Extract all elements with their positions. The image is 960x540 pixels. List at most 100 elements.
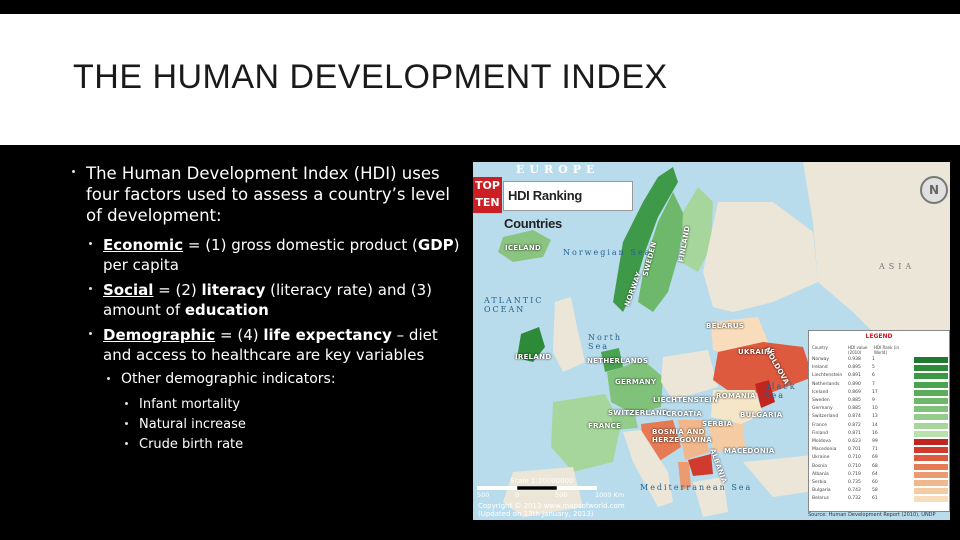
legend-row: Netherlands 0.890 7 xyxy=(812,381,948,388)
legend-country: Serbia xyxy=(812,480,827,485)
ocean-label: ATLANTIC OCEAN xyxy=(484,296,544,314)
legend-value: 0.743 xyxy=(848,488,861,494)
legend-swatch xyxy=(914,373,948,380)
legend-value: 0.735 xyxy=(848,480,861,485)
legend-row: Iceland 0.869 17 xyxy=(812,389,948,396)
bullet-dot xyxy=(89,332,92,335)
legend-value: 0.710 xyxy=(848,455,861,461)
legend-rank: 13 xyxy=(872,414,878,420)
text: Natural increase xyxy=(139,417,246,432)
country-label: CROATIA xyxy=(666,410,703,418)
legend-swatch xyxy=(914,480,948,486)
legend-swatch xyxy=(914,357,948,363)
legend-swatch xyxy=(914,381,948,388)
legend-rank: 99 xyxy=(872,439,878,444)
legend-rank: 68 xyxy=(872,463,878,469)
legend-country: Norway xyxy=(812,357,830,362)
legend-rank: 64 xyxy=(872,471,878,477)
legend-rank: 69 xyxy=(872,455,878,461)
top-ten-badge: TOP TEN xyxy=(473,177,502,213)
legend-row: Serbia 0.735 60 xyxy=(812,480,948,486)
country-label: BOSNIA AND HERZEGOVINA xyxy=(652,428,712,444)
legend-swatch xyxy=(914,365,948,372)
copyright: Copyright © 2013 www.mapsofworld.com (Up… xyxy=(478,502,625,518)
legend-country: Sweden xyxy=(812,398,830,403)
legend-rank: 14 xyxy=(872,422,878,428)
legend-rank: 5 xyxy=(872,365,875,371)
hdi-ranking-title: HDI Ranking Countries xyxy=(503,181,633,231)
legend-country: France xyxy=(812,422,827,428)
text-bold: literacy xyxy=(201,281,266,299)
bullet-dot xyxy=(72,170,75,173)
term-economic: Economic xyxy=(103,236,184,254)
legend-swatch xyxy=(914,496,948,503)
text: = (1) gross domestic product ( xyxy=(183,236,418,254)
country-label: NETHERLANDS xyxy=(587,357,649,365)
europe-label: EUROPE xyxy=(516,163,600,176)
scale-label: Scale 1:20000000 xyxy=(510,477,574,485)
text-bold: education xyxy=(184,301,269,319)
legend-row: Ireland 0.895 5 xyxy=(812,365,948,372)
scale-tick: 1000 Km xyxy=(595,491,625,499)
bullet-social: Social = (2) literacy (literacy rate) an… xyxy=(89,280,460,320)
legend-rank: 7 xyxy=(872,381,875,387)
bullet-dot xyxy=(107,377,110,380)
legend-row: Ukraine 0.710 69 xyxy=(812,455,948,462)
legend-country: Liechtenstein xyxy=(812,373,843,379)
indicator-item: Infant mortality xyxy=(125,395,460,415)
legend-value: 0.885 xyxy=(848,406,861,412)
legend-row: Macedonia 0.701 71 xyxy=(812,447,948,454)
legend-header-country: Country xyxy=(812,345,828,350)
legend-rank: 71 xyxy=(872,447,878,453)
legend-value: 0.938 xyxy=(848,357,861,362)
legend-rank: 61 xyxy=(872,496,878,502)
legend-value: 0.719 xyxy=(848,471,861,477)
legend-value: 0.701 xyxy=(848,447,861,453)
legend-value: 0.732 xyxy=(848,496,861,502)
legend-value: 0.895 xyxy=(848,365,861,371)
text: Crude birth rate xyxy=(139,437,244,452)
legend-country: Ukraine xyxy=(812,455,830,461)
legend-rank: 16 xyxy=(872,430,878,436)
legend-country: Bosnia xyxy=(812,463,828,469)
legend-country: Finland xyxy=(812,430,829,436)
slide-title: THE HUMAN DEVELOPMENT INDEX xyxy=(73,58,668,96)
legend-swatch xyxy=(914,463,948,470)
bullet-dot xyxy=(125,402,128,405)
source-note: Source: Human Development Report (2010),… xyxy=(808,512,936,518)
legend-row: France 0.872 14 xyxy=(812,422,948,429)
text-bold: life expectancy xyxy=(263,326,392,344)
bullet-dot xyxy=(89,242,92,245)
legend-row: Liechtenstein 0.891 6 xyxy=(812,373,948,380)
top-label: TOP xyxy=(475,179,500,192)
legend-country: Iceland xyxy=(812,389,829,395)
legend-row: Moldova 0.623 99 xyxy=(812,439,948,445)
legend-value: 0.869 xyxy=(848,389,861,395)
legend-rank: 17 xyxy=(872,389,878,395)
copyright-line: Copyright © 2013 www.mapsofworld.com xyxy=(478,502,625,510)
ocean-label: Mediterranean Sea xyxy=(640,483,753,492)
scale-tick: 500 xyxy=(477,491,490,499)
legend-country: Germany xyxy=(812,406,833,412)
ocean-label: Norwegian Sea xyxy=(563,248,652,257)
legend-swatch xyxy=(914,398,948,404)
legend-row: Bulgaria 0.743 58 xyxy=(812,488,948,495)
country-label: GERMANY xyxy=(615,378,657,386)
legend-rank: 58 xyxy=(872,488,878,494)
legend-header-rank: HDI Rank (in World) xyxy=(874,345,900,355)
legend-swatch xyxy=(914,447,948,454)
bullet-main-text: The Human Development Index (HDI) uses f… xyxy=(86,164,450,225)
bullet-main: The Human Development Index (HDI) uses f… xyxy=(72,163,460,226)
bullet-dot xyxy=(89,287,92,290)
legend-rank: 10 xyxy=(872,406,878,412)
legend-swatch xyxy=(914,406,948,413)
legend-country: Bulgaria xyxy=(812,488,831,494)
bullet-economic: Economic = (1) gross domestic product (G… xyxy=(89,235,460,275)
legend-value: 0.871 xyxy=(848,430,861,436)
legend-value: 0.623 xyxy=(848,439,861,444)
country-label: BELARUS xyxy=(706,322,745,330)
legend-rank: 6 xyxy=(872,373,875,379)
legend-swatch xyxy=(914,455,948,462)
legend-country: Macedonia xyxy=(812,447,837,453)
text: Infant mortality xyxy=(139,397,241,412)
